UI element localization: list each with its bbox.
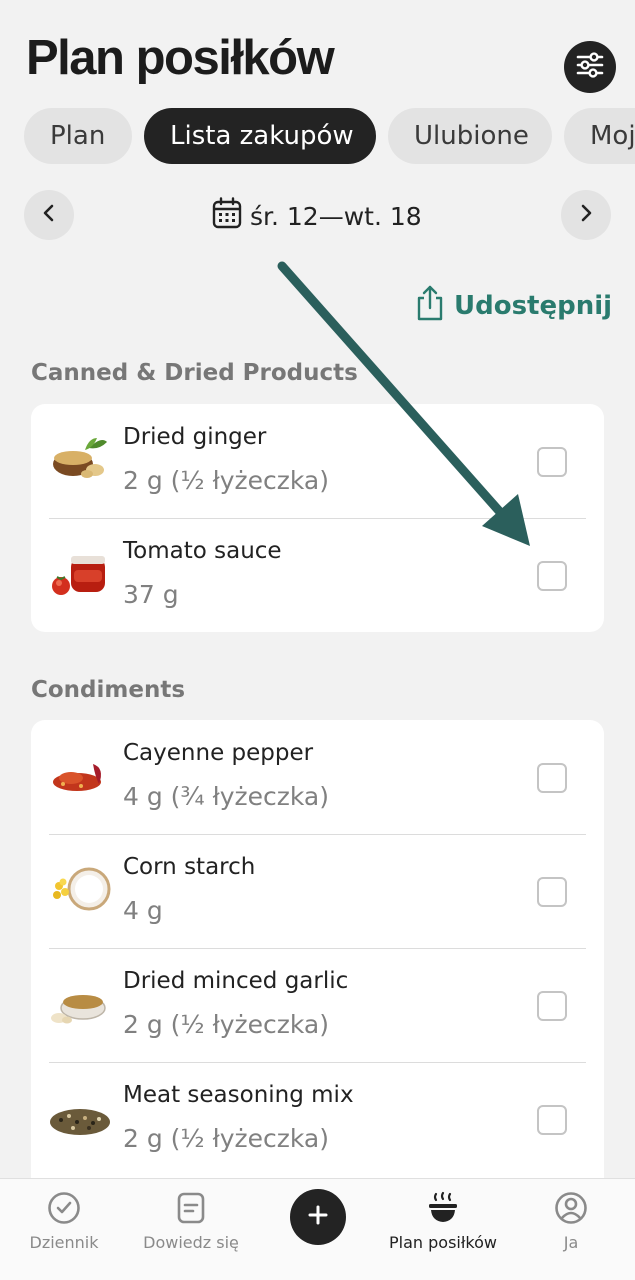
corn-starch-image [49, 864, 111, 914]
item-checkbox[interactable] [537, 1105, 567, 1135]
chevron-left-icon [42, 203, 56, 227]
user-icon [554, 1191, 588, 1225]
sliders-icon [575, 52, 605, 82]
nav-diary[interactable]: Dziennik [18, 1179, 110, 1280]
item-checkbox[interactable] [537, 991, 567, 1021]
bottom-navigation: Dziennik Dowiedz się Plan posiłków Ja [0, 1178, 635, 1280]
section-title: Canned & Dried Products [31, 360, 358, 386]
date-navigator: śr. 12—wt. 18 [0, 190, 635, 242]
tab-favorites[interactable]: Ulubione [388, 108, 552, 164]
nav-label: Dziennik [29, 1233, 99, 1252]
header: Plan posiłków [0, 0, 635, 100]
item-name: Meat seasoning mix [123, 1082, 354, 1108]
section-title: Condiments [31, 677, 186, 703]
tab-shopping-list[interactable]: Lista zakupów [144, 108, 376, 164]
share-label: Udostępnij [454, 291, 613, 321]
filter-button[interactable] [564, 41, 616, 93]
nav-label: Plan posiłków [389, 1233, 497, 1252]
check-circle-icon [47, 1191, 81, 1225]
nav-label: Ja [563, 1233, 579, 1252]
tomato-sauce-image [49, 548, 111, 598]
dried-garlic-image [49, 978, 111, 1028]
item-checkbox[interactable] [537, 447, 567, 477]
nav-label: Dowiedz się [143, 1233, 239, 1252]
section-card: Dried ginger 2 g (½ łyżeczka) Tomato sau… [31, 404, 604, 632]
list-item[interactable]: Dried ginger 2 g (½ łyżeczka) [31, 404, 604, 518]
seasoning-mix-image [49, 1092, 111, 1142]
chevron-right-icon [579, 203, 593, 227]
page-title: Plan posiłków [26, 31, 335, 85]
tab-plan[interactable]: Plan [24, 108, 132, 164]
tab-bar: Plan Lista zakupów Ulubione Moj [0, 108, 635, 165]
item-name: Dried minced garlic [123, 968, 349, 994]
item-quantity: 4 g (¾ łyżeczka) [123, 782, 329, 811]
list-item[interactable]: Dried minced garlic 2 g (½ łyżeczka) [31, 948, 604, 1062]
item-checkbox[interactable] [537, 877, 567, 907]
list-item[interactable]: Meat seasoning mix 2 g (½ łyżeczka) [31, 1062, 604, 1176]
tab-mine[interactable]: Moj [564, 108, 635, 164]
item-quantity: 2 g (½ łyżeczka) [123, 1124, 329, 1153]
item-quantity: 4 g [123, 896, 163, 925]
calendar-icon [212, 197, 242, 235]
bowl-icon [426, 1191, 460, 1225]
item-quantity: 2 g (½ łyżeczka) [123, 466, 329, 495]
nav-profile[interactable]: Ja [536, 1179, 606, 1280]
list-item[interactable]: Corn starch 4 g [31, 834, 604, 948]
item-quantity: 2 g (½ łyżeczka) [123, 1010, 329, 1039]
plus-icon [307, 1204, 329, 1230]
prev-week-button[interactable] [24, 190, 74, 240]
item-checkbox[interactable] [537, 561, 567, 591]
item-name: Dried ginger [123, 424, 267, 450]
share-icon [416, 284, 444, 329]
item-quantity: 37 g [123, 580, 179, 609]
item-name: Corn starch [123, 854, 256, 880]
add-button[interactable] [290, 1189, 346, 1245]
item-name: Tomato sauce [123, 538, 282, 564]
nav-learn[interactable]: Dowiedz się [130, 1179, 252, 1280]
share-button[interactable]: Udostępnij [416, 284, 612, 328]
next-week-button[interactable] [561, 190, 611, 240]
document-icon [176, 1191, 206, 1225]
item-checkbox[interactable] [537, 763, 567, 793]
dried-ginger-image [49, 434, 111, 484]
nav-meal-plan[interactable]: Plan posiłków [378, 1179, 508, 1280]
date-range[interactable]: śr. 12—wt. 18 [212, 197, 422, 235]
section-card: Cayenne pepper 4 g (¾ łyżeczka) Corn sta… [31, 720, 604, 1200]
item-name: Cayenne pepper [123, 740, 314, 766]
date-range-label: śr. 12—wt. 18 [250, 201, 422, 231]
cayenne-pepper-image [49, 750, 111, 800]
list-item[interactable]: Tomato sauce 37 g [31, 518, 604, 632]
list-item[interactable]: Cayenne pepper 4 g (¾ łyżeczka) [31, 720, 604, 834]
